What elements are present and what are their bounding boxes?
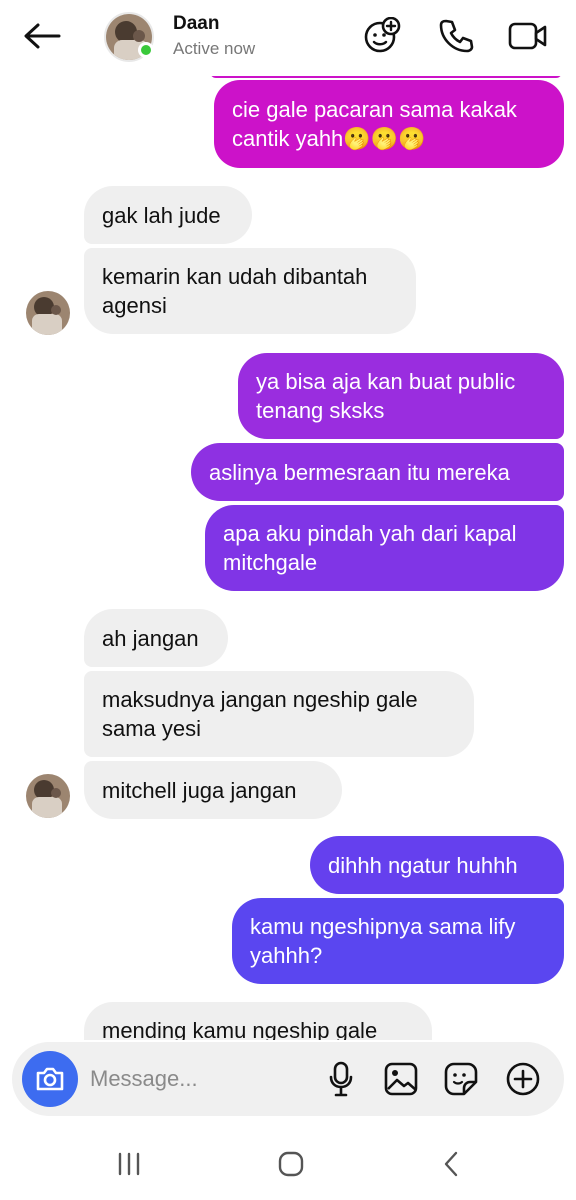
message-bubble[interactable]: kemarin kan udah dibantah agensi	[84, 248, 416, 334]
effects-icon[interactable]	[362, 16, 402, 56]
previous-message-bubble	[210, 76, 562, 78]
online-status-dot	[138, 42, 154, 58]
message-bubble[interactable]: ah jangan	[84, 609, 228, 667]
camera-icon[interactable]	[22, 1051, 78, 1107]
sticker-icon[interactable]	[442, 1060, 480, 1098]
message-bubble[interactable]: mitchell juga jangan	[84, 761, 342, 819]
system-nav-bar	[0, 1130, 576, 1200]
message-bubble[interactable]: aslinya bermesraan itu mereka	[191, 443, 564, 501]
video-camera-icon[interactable]	[508, 16, 548, 56]
contact-name[interactable]: Daan	[173, 13, 219, 35]
phone-icon[interactable]	[436, 16, 476, 56]
contact-avatar-small[interactable]	[26, 291, 70, 335]
home-icon[interactable]	[266, 1144, 316, 1184]
message-input[interactable]	[90, 1062, 310, 1096]
gallery-icon[interactable]	[382, 1060, 420, 1098]
message-bubble[interactable]: ya bisa aja kan buat public tenang sksks	[238, 353, 564, 439]
microphone-icon[interactable]	[322, 1060, 360, 1098]
message-bubble[interactable]: cie gale pacaran sama kakak cantik yahh🫢…	[214, 80, 564, 168]
message-composer	[12, 1042, 564, 1116]
contact-avatar-small[interactable]	[26, 774, 70, 818]
message-bubble[interactable]: kamu ngeshipnya sama lify yahhh?	[232, 898, 564, 984]
recent-apps-icon[interactable]	[104, 1144, 154, 1184]
message-bubble[interactable]: mending kamu ngeship gale	[84, 1002, 432, 1042]
message-bubble[interactable]: maksudnya jangan ngeship gale sama yesi	[84, 671, 474, 757]
plus-icon[interactable]	[504, 1060, 542, 1098]
message-bubble[interactable]: gak lah jude	[84, 186, 252, 244]
back-icon[interactable]	[426, 1144, 476, 1184]
chat-header: Daan Active now	[0, 0, 576, 76]
contact-status: Active now	[173, 39, 256, 58]
message-bubble[interactable]: apa aku pindah yah dari kapal mitchgale	[205, 505, 564, 591]
message-thread[interactable]: cie gale pacaran sama kakak cantik yahh🫢…	[0, 76, 576, 1042]
message-bubble[interactable]: dihhh ngatur huhhh	[310, 836, 564, 894]
back-arrow-icon[interactable]	[22, 18, 62, 54]
